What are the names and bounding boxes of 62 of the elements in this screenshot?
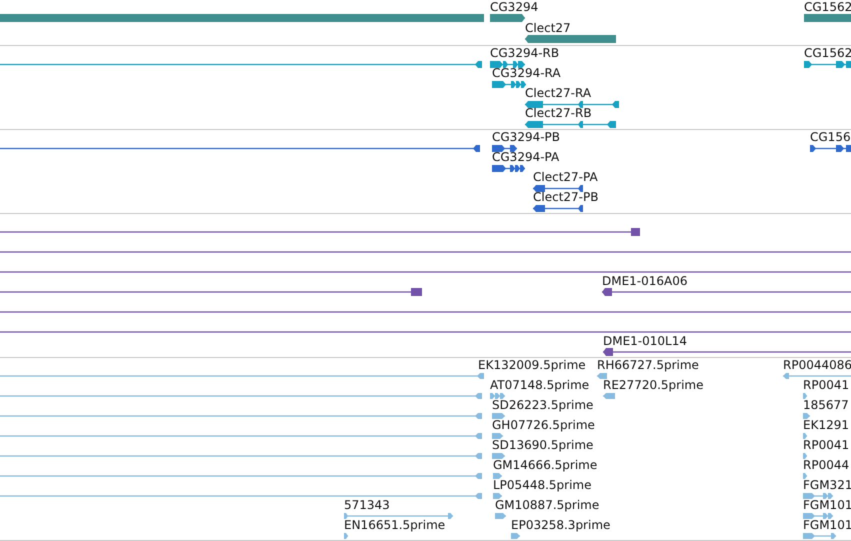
feature-glyph[interactable] [532, 204, 584, 212]
feature-glyph[interactable] [489, 60, 526, 68]
feature-label: Clect27-PB [533, 190, 598, 204]
feature-glyph[interactable] [803, 13, 851, 23]
feature-label: Clect27-RA [525, 86, 592, 100]
feature-label: FGM101 [803, 498, 851, 512]
feature-glyph[interactable] [0, 227, 641, 237]
feature-label: LP05448.5prime [493, 478, 592, 492]
feature-label: Clect27 [525, 21, 571, 35]
feature-label: 185677 [803, 398, 849, 412]
feature-line[interactable] [0, 311, 851, 313]
feature-label: GM14666.5prime [493, 458, 598, 472]
feature-glyph[interactable] [809, 144, 851, 152]
feature-glyph[interactable] [489, 13, 526, 23]
feature-glyph[interactable] [524, 100, 620, 108]
feature-label: EP03258.3prime [511, 518, 610, 532]
feature-glyph[interactable] [532, 184, 584, 192]
feature-label: RE27720.5prime [603, 378, 704, 392]
feature-glyph[interactable] [0, 60, 483, 68]
feature-label: CG156 [810, 130, 851, 144]
feature-label: RP0044 [803, 458, 850, 472]
feature-label: AT07148.5prime [490, 378, 590, 392]
feature-label: Clect27-RB [525, 106, 592, 120]
feature-glyph[interactable] [0, 144, 481, 152]
feature-label: RH66727.5prime [597, 358, 699, 372]
feature-label: RP0041 [803, 378, 850, 392]
feature-glyph[interactable] [0, 287, 423, 297]
feature-glyph[interactable] [524, 34, 617, 44]
feature-label: SD26223.5prime [492, 398, 594, 412]
feature-label: FGM321 [803, 478, 851, 492]
feature-line[interactable] [0, 375, 477, 377]
feature-glyph[interactable] [0, 13, 485, 23]
feature-label: 571343 [344, 498, 390, 512]
feature-label: CG3294-RA [492, 66, 561, 80]
feature-glyph[interactable] [524, 120, 617, 128]
feature-label: RP0041 [803, 438, 850, 452]
feature-label: DME1-010L14 [603, 334, 687, 348]
feature-label: SD13690.5prime [492, 438, 594, 452]
feature-label: CG3294-PB [492, 130, 560, 144]
feature-label: GM10887.5prime [495, 498, 600, 512]
feature-glyph[interactable] [601, 287, 851, 297]
feature-label: RP0044086 [783, 358, 851, 372]
feature-label: FGM101 [803, 518, 851, 532]
feature-label: GH07726.5prime [492, 418, 595, 432]
feature-glyph[interactable] [491, 144, 518, 152]
feature-line[interactable] [0, 331, 851, 333]
feature-glyph[interactable] [491, 80, 527, 88]
feature-line[interactable] [0, 271, 851, 273]
feature-label: Clect27-PA [533, 170, 598, 184]
feature-label: EK132009.5prime [478, 358, 586, 372]
feature-glyph[interactable] [491, 164, 526, 172]
feature-label: EN16651.5prime [344, 518, 446, 532]
feature-label: EK1291 [803, 418, 849, 432]
feature-label: CG1562 [804, 46, 851, 60]
feature-label: DME1-016A06 [602, 274, 688, 288]
feature-label: CG1562 [804, 0, 851, 14]
feature-label: CG3294-PA [492, 150, 560, 164]
feature-glyph[interactable] [602, 347, 851, 357]
feature-glyph[interactable] [803, 60, 851, 68]
feature-line[interactable] [0, 251, 851, 253]
feature-label: CG3294-RB [490, 46, 560, 60]
feature-label: CG3294 [490, 0, 538, 14]
